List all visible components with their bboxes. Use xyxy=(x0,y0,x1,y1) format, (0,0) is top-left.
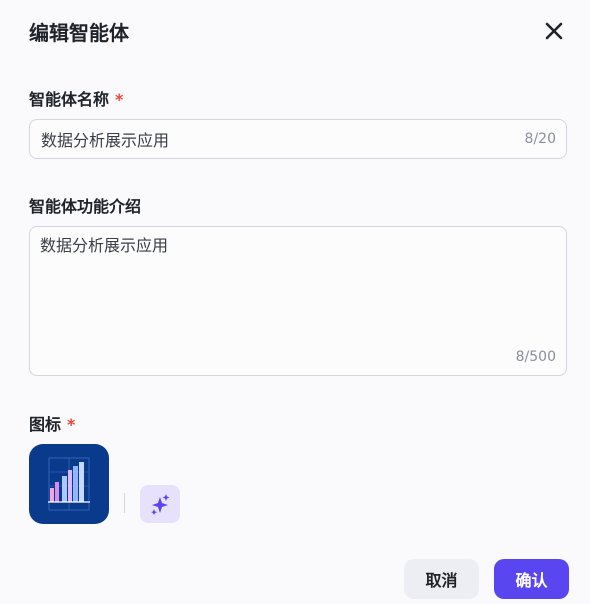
bar-chart-icon xyxy=(48,457,90,511)
required-mark: * xyxy=(115,90,124,109)
confirm-button[interactable]: 确认 xyxy=(494,559,569,599)
ai-generate-button[interactable] xyxy=(140,485,180,523)
name-counter: 8/20 xyxy=(524,131,556,147)
description-textarea[interactable]: 数据分析展示应用 xyxy=(40,236,556,336)
icon-label-text: 图标 xyxy=(29,415,62,434)
name-label: 智能体名称 * xyxy=(29,86,123,110)
name-input[interactable] xyxy=(41,120,511,158)
cancel-button[interactable]: 取消 xyxy=(404,559,479,599)
description-label: 智能体功能介绍 xyxy=(29,197,142,216)
required-mark: * xyxy=(67,415,76,434)
sparkle-icon xyxy=(151,494,170,515)
agent-icon-tile[interactable] xyxy=(29,444,109,524)
close-icon[interactable] xyxy=(541,18,567,44)
description-counter: 8/500 xyxy=(515,349,556,365)
edit-agent-dialog: 编辑智能体 智能体名称 * 8/20 智能体功能介绍 数据分析展示应用 8/500… xyxy=(0,0,590,604)
name-field: 8/20 xyxy=(29,119,567,159)
dialog-title: 编辑智能体 xyxy=(29,21,129,45)
name-label-text: 智能体名称 xyxy=(29,90,110,109)
description-field: 数据分析展示应用 8/500 xyxy=(29,226,567,376)
divider xyxy=(124,493,125,513)
icon-label: 图标 * xyxy=(29,411,75,435)
